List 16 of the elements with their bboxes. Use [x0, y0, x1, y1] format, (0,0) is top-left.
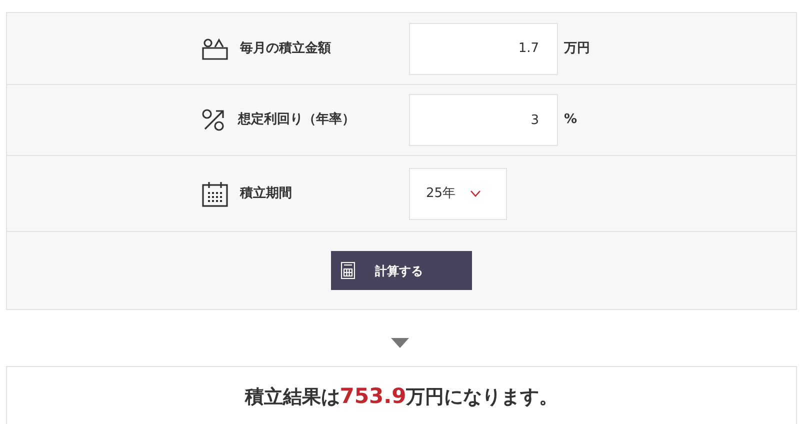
chevron-down-icon: [470, 190, 481, 197]
calculator-icon: [341, 262, 355, 279]
unit-label: 万円: [564, 40, 590, 58]
calculate-button[interactable]: 計算する: [331, 251, 472, 290]
field-label: 毎月の積立金額: [240, 40, 331, 58]
shapes-icon: [202, 38, 228, 60]
select-dropdown[interactable]: 25年: [409, 168, 507, 220]
calendar-icon: [202, 180, 228, 206]
unit-label: %: [564, 111, 578, 130]
down-triangle-icon: [391, 338, 409, 348]
input-field[interactable]: 3: [409, 94, 558, 146]
input-field[interactable]: 1.7: [409, 22, 558, 74]
field-label: 積立期間: [240, 184, 292, 203]
result-text: 積立結果は753.9万円になります。: [244, 383, 560, 410]
percent-icon: [202, 108, 226, 132]
field-label: 想定利回り（年率）: [238, 110, 355, 130]
